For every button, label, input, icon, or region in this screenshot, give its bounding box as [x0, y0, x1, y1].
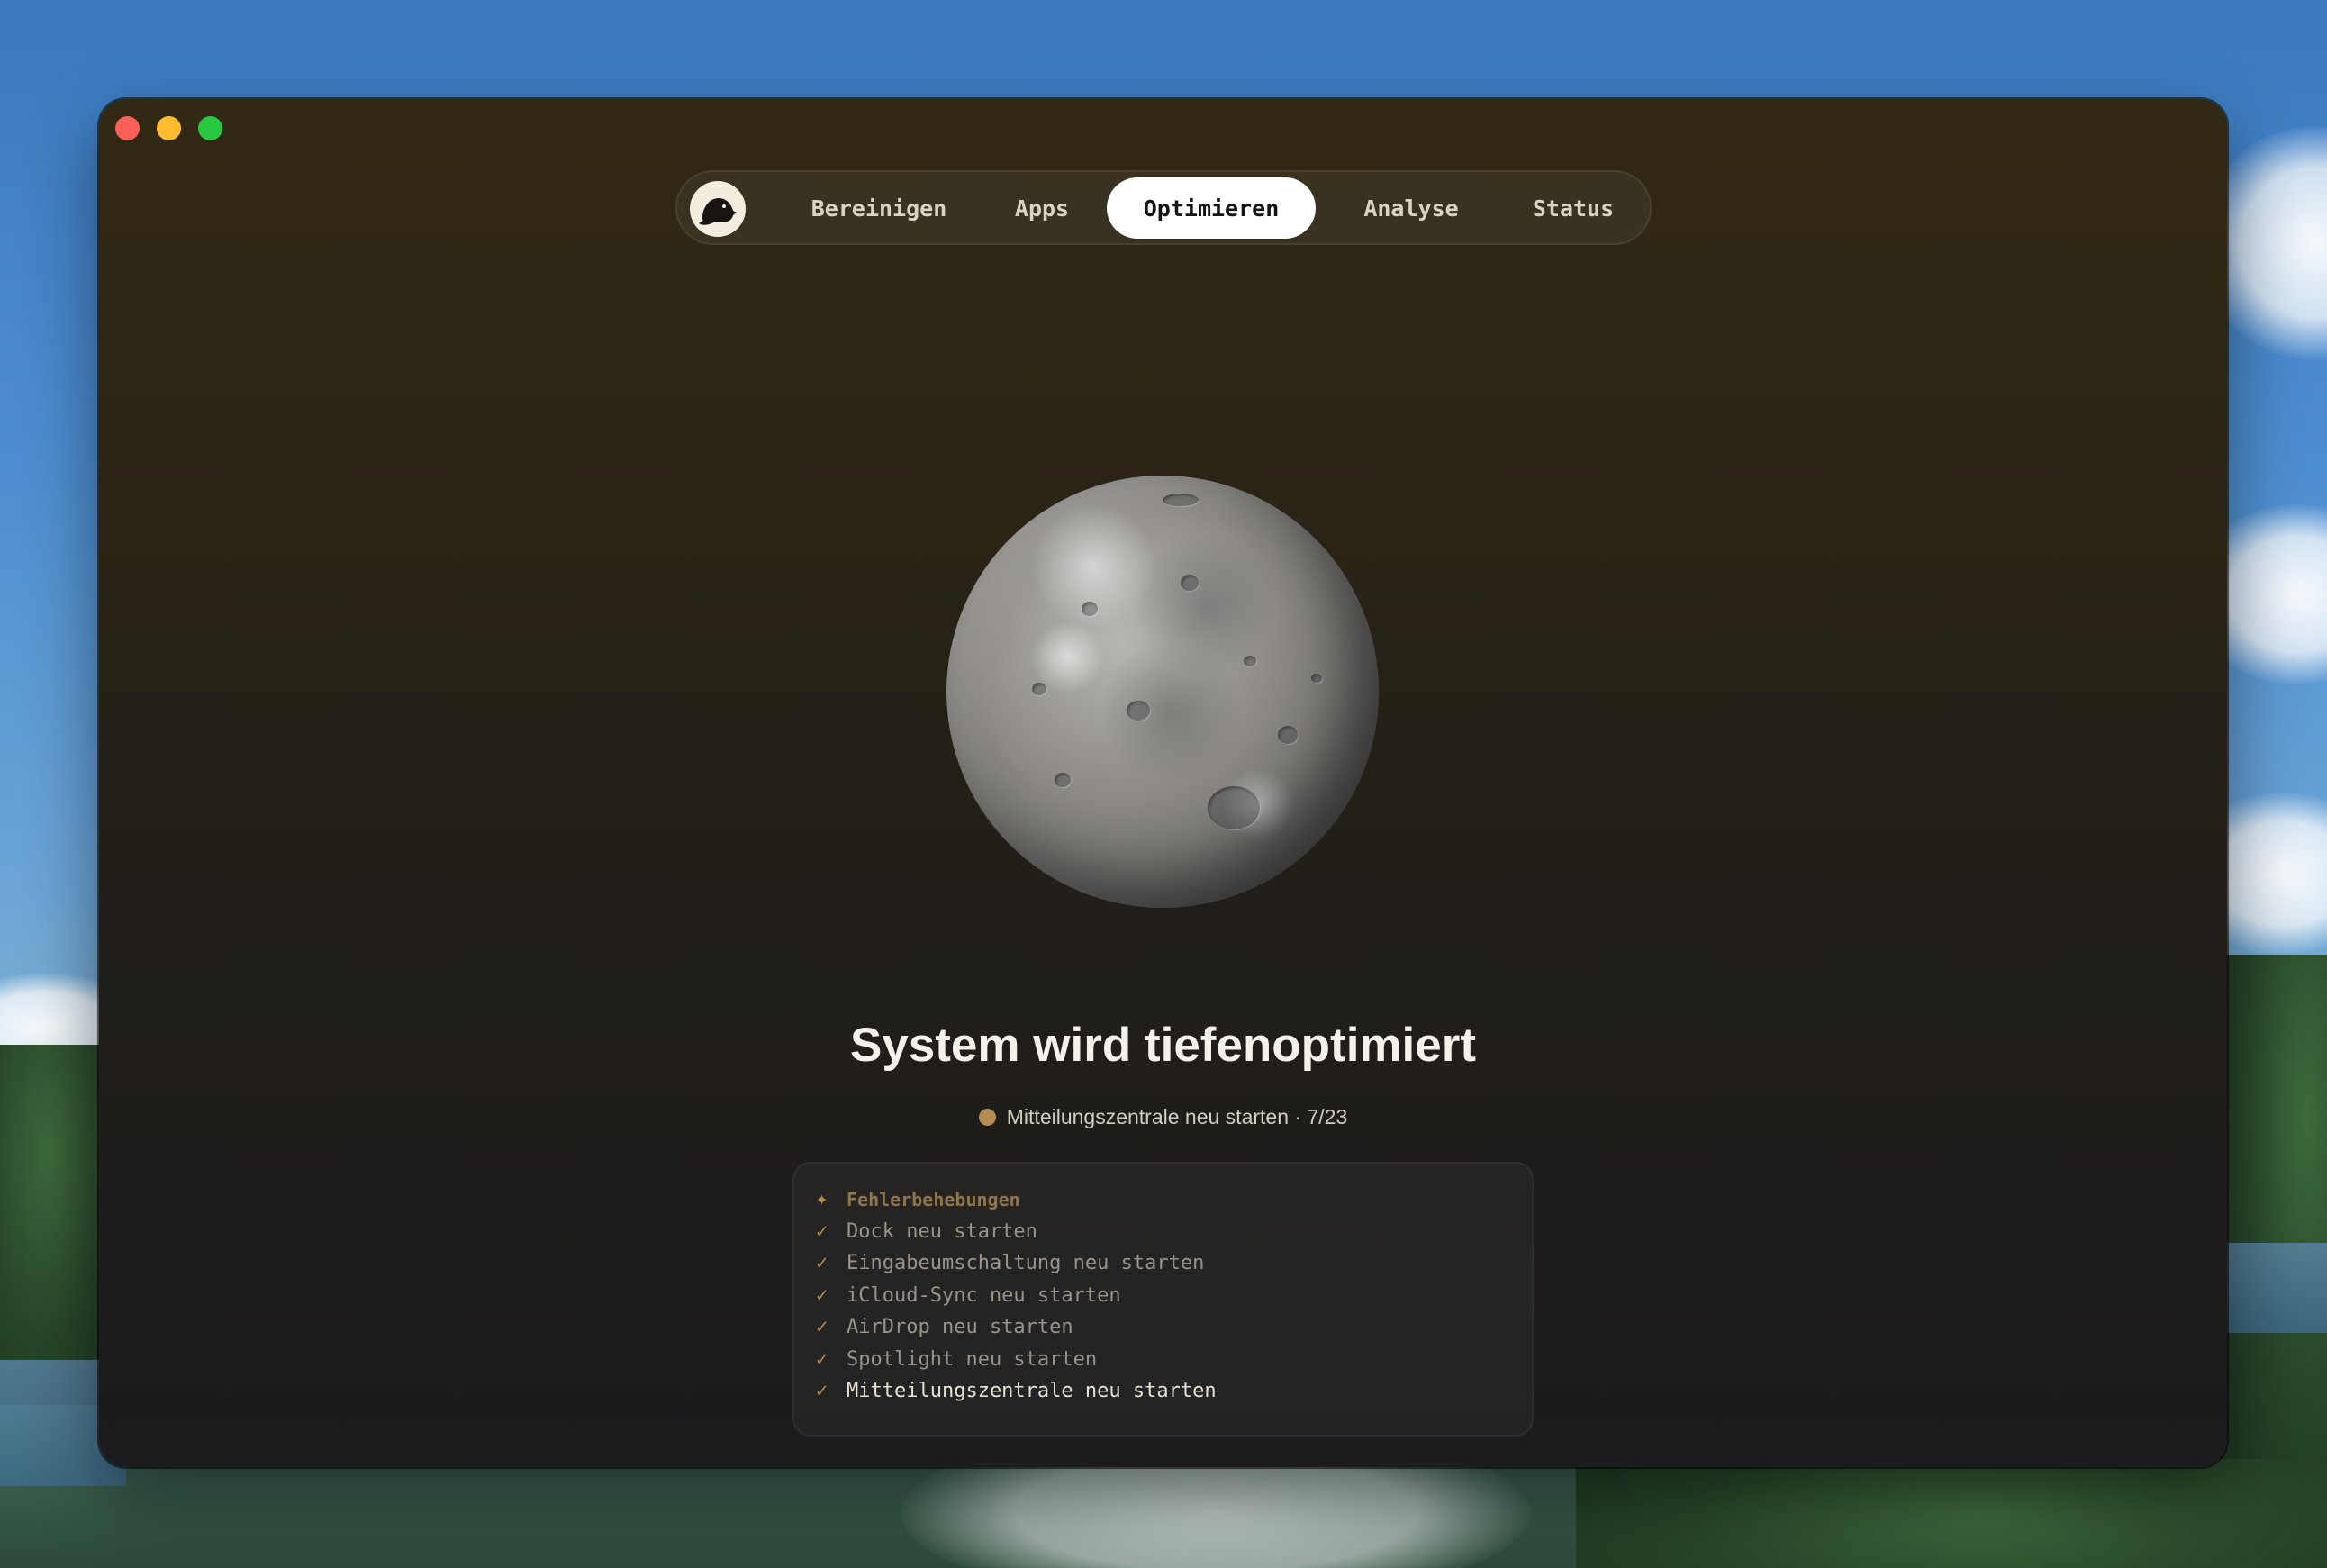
wallpaper-forest — [1576, 1459, 2327, 1568]
tab-optimieren[interactable]: Optimieren — [1107, 177, 1316, 239]
checkmark-icon: ✓ — [816, 1316, 828, 1339]
sparkle-icon: ✦ — [816, 1188, 828, 1211]
task-list-item: ✓ Dock neu starten — [816, 1216, 1532, 1248]
close-window-button[interactable] — [115, 116, 140, 140]
tab-analyse[interactable]: Analyse — [1330, 177, 1492, 239]
tab-bereinigen[interactable]: Bereinigen — [794, 177, 964, 239]
task-item-label: AirDrop neu starten — [847, 1316, 1073, 1339]
progress-status: Mitteilungszentrale neu starten · 7/23 — [99, 1105, 2227, 1129]
checkmark-icon: ✓ — [816, 1380, 828, 1403]
planet-crater — [1208, 786, 1260, 829]
progress-count: 7/23 — [1307, 1105, 1348, 1128]
checkmark-icon: ✓ — [816, 1283, 828, 1307]
planet-crater — [1244, 656, 1256, 666]
planet-crater — [1163, 494, 1199, 506]
wallpaper-lake — [2224, 1243, 2327, 1333]
app-window: Bereinigen Apps Optimieren Analyse Statu… — [99, 99, 2227, 1467]
planet-crater — [1278, 726, 1298, 744]
task-list-item-current: ✓ Mitteilungszentrale neu starten — [816, 1375, 1532, 1408]
task-list-card: ✦ Fehlerbehebungen ✓ Dock neu starten ✓ … — [792, 1162, 1534, 1437]
task-list-header: ✦ Fehlerbehebungen — [816, 1183, 1532, 1216]
main-navigation: Bereinigen Apps Optimieren Analyse Statu… — [675, 170, 1652, 245]
planet-crater — [1055, 773, 1071, 787]
checkmark-icon: ✓ — [816, 1219, 828, 1243]
moon-planet-image — [946, 476, 1379, 908]
planet-crater — [1127, 701, 1150, 721]
task-list-item: ✓ Eingabeumschaltung neu starten — [816, 1247, 1532, 1280]
task-item-label: Dock neu starten — [847, 1219, 1037, 1243]
status-separator: · — [1289, 1105, 1308, 1128]
task-item-label: iCloud-Sync neu starten — [847, 1283, 1121, 1307]
status-dot — [978, 1109, 996, 1126]
planet-crater — [1311, 674, 1322, 683]
task-list-item: ✓ AirDrop neu starten — [816, 1311, 1532, 1344]
window-controls — [115, 116, 222, 140]
task-list-item: ✓ Spotlight neu starten — [816, 1344, 1532, 1376]
task-header-label: Fehlerbehebungen — [847, 1188, 1020, 1210]
tab-status[interactable]: Status — [1497, 177, 1650, 239]
current-task-label: Mitteilungszentrale neu starten — [1006, 1105, 1289, 1128]
planet-crater — [1082, 602, 1098, 616]
page-title: System wird tiefenoptimiert — [849, 1019, 1477, 1072]
task-item-label: Eingabeumschaltung neu starten — [847, 1252, 1205, 1275]
minimize-window-button[interactable] — [157, 116, 181, 140]
tab-apps[interactable]: Apps — [974, 177, 1109, 239]
task-item-label: Spotlight neu starten — [847, 1347, 1098, 1371]
wallpaper-forest — [2215, 955, 2327, 1495]
checkmark-icon: ✓ — [816, 1252, 828, 1275]
beaver-logo-icon[interactable] — [690, 181, 746, 237]
maximize-window-button[interactable] — [198, 116, 222, 140]
task-list-item: ✓ iCloud-Sync neu starten — [816, 1280, 1532, 1312]
checkmark-icon: ✓ — [816, 1347, 828, 1371]
planet-crater — [1181, 575, 1199, 591]
planet-crater — [1032, 683, 1046, 695]
task-item-label: Mitteilungszentrale neu starten — [847, 1380, 1217, 1403]
